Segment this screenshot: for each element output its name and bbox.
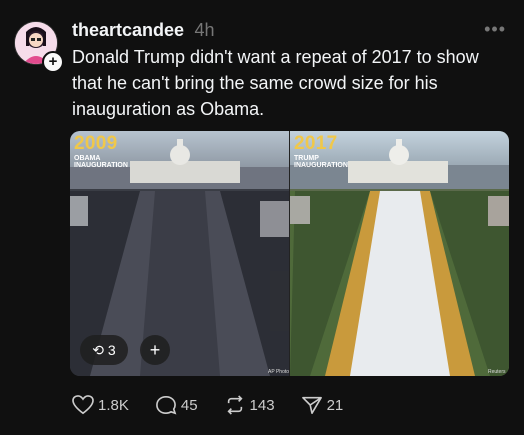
username[interactable]: theartcandee [72,20,184,40]
media-repost-pill[interactable]: ⟲ 3 [80,335,128,365]
right-label-line2: INAUGURATION [294,162,348,169]
left-panel-label: 2009 OBAMA INAUGURATION [74,133,128,169]
repost-icon: ⟲ [92,342,105,358]
repost-button[interactable]: 143 [224,395,275,415]
left-label-line1: OBAMA [74,155,101,162]
right-year: 2017 [294,133,338,154]
more-icon[interactable]: ••• [484,20,506,38]
inauguration-comparison-image [70,131,509,376]
right-label-line1: TRUMP [294,155,319,162]
repost-count: 143 [249,396,275,414]
action-bar: 1.8K 45 143 21 [72,393,369,417]
like-button[interactable]: 1.8K [72,395,129,415]
repost-icon [227,395,243,415]
share-count: 21 [326,396,344,414]
like-count: 1.8K [98,396,129,414]
media-repost-count: 3 [107,342,116,358]
left-year: 2009 [74,133,118,154]
share-button[interactable]: 21 [301,395,344,415]
reply-count: 45 [180,396,198,414]
comment-icon [155,395,177,415]
heart-icon [72,395,94,415]
follow-plus-icon[interactable]: + [42,51,64,73]
post-text: Donald Trump didn't want a repeat of 201… [72,47,479,119]
post-header: theartcandee 4h ••• [72,20,506,44]
right-photo-credit: Reuters [488,369,506,375]
reply-button[interactable]: 45 [155,395,198,415]
right-panel-label: 2017 TRUMP INAUGURATION [294,133,348,169]
thread-post: + theartcandee 4h ••• Donald Trump didn'… [0,0,524,435]
left-label-line2: INAUGURATION [74,162,128,169]
send-icon [301,396,322,414]
timestamp: 4h [194,20,215,40]
left-photo-credit: AP Photo [268,369,290,375]
post-image[interactable]: 2009 OBAMA INAUGURATION 2017 TRUMP INAUG… [70,131,509,376]
avatar-container[interactable]: + [14,21,64,73]
media-add-button[interactable]: + [140,335,170,365]
